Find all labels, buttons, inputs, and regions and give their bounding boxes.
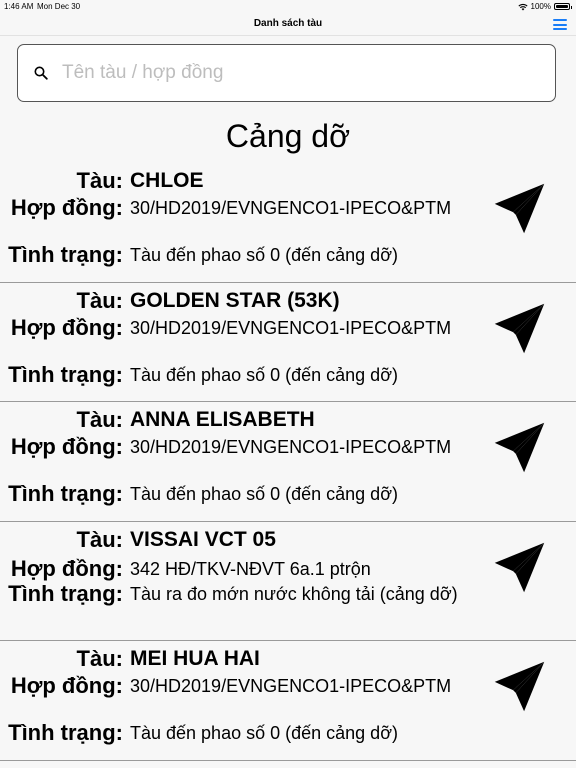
ship-list-item[interactable]: Tàu: VISSAI VCT 05 Hợp đồng: 342 HĐ/TKV-NĐ… [0,522,576,641]
ship-label: Tàu: [76,526,123,552]
search-input[interactable] [62,45,542,101]
send-icon[interactable] [492,659,547,714]
send-icon[interactable] [492,181,547,236]
status-time: 1:46 AM [4,2,34,11]
status-value: Tàu đến phao số 0 (đến cảng dỡ) [130,723,398,743]
send-icon[interactable] [492,301,547,356]
ship-list-item[interactable]: Tàu: ANNA ELISABETH Hợp đồng: 30/HD2019/EV… [0,402,576,522]
status-label: Tình trạng: [8,580,123,606]
contract-value: 342 HĐ/TKV-NĐVT 6a.1 ptrộn [130,558,371,579]
ship-name: GOLDEN STAR (53K) [130,288,340,312]
status-value: Tàu đến phao số 0 (đến cảng dỡ) [130,245,398,265]
battery-percent: 100% [530,2,551,11]
status-value: Tàu đến phao số 0 (đến cảng dỡ) [130,484,398,504]
ship-label: Tàu: [76,168,123,193]
contract-label: Hợp đồng: [10,434,123,459]
contract-value: 30/HD2019/EVNGENCO1-IPECO&PTM [130,676,452,696]
ship-list: Tàu: CHLOE Hợp đồng: 30/HD2019/EVNGENCO1-I… [0,163,576,761]
ship-name: ANNA ELISABETH [130,408,315,431]
contract-label: Hợp đồng: [10,555,123,581]
contract-value: 30/HD2019/EVNGENCO1-IPECO&PTM [130,198,452,218]
ship-label: Tàu: [76,407,123,432]
ship-name: CHLOE [130,169,204,192]
section-title: Cảng dỡ [225,118,351,154]
contract-label: Hợp đồng: [10,673,123,698]
status-value: Tàu đến phao số 0 (đến cảng dỡ) [130,364,398,385]
battery-icon [554,3,572,10]
ship-list-item[interactable]: Tàu: MEI HUA HAI Hợp đồng: 30/HD2019/EVNGE… [0,641,576,761]
ship-list-item[interactable]: Tàu: CHLOE Hợp đồng: 30/HD2019/EVNGENCO1-I… [0,163,576,283]
navigation-bar: Danh sách tàu [0,14,576,36]
contract-label: Hợp đồng: [10,195,123,220]
status-date: Mon Dec 30 [37,2,81,11]
ship-label: Tàu: [76,287,123,313]
status-value: Tàu ra đo mớn nước không tải (cảng dỡ) [130,583,458,604]
send-icon[interactable] [492,540,547,595]
search-bar [17,44,556,102]
status-label: Tình trạng: [8,481,123,506]
ship-name: VISSAI VCT 05 [130,527,276,551]
search-icon [34,66,48,80]
ship-list-item[interactable]: Tàu: GOLDEN STAR (53K) Hợp đồng: 30/HD2019… [0,283,576,402]
page-title: Danh sách tàu [253,18,323,29]
contract-value: 30/HD2019/EVNGENCO1-IPECO&PTM [130,437,452,457]
status-bar: 1:46 AM Mon Dec 30 100% [0,0,576,14]
ship-label: Tàu: [76,646,123,671]
send-icon[interactable] [492,420,547,475]
wifi-icon [517,3,528,10]
hamburger-menu-icon[interactable] [553,19,567,30]
contract-value: 30/HD2019/EVNGENCO1-IPECO&PTM [130,317,452,338]
status-label: Tình trạng: [8,242,123,267]
ship-name: MEI HUA HAI [130,647,260,670]
status-indicators: 100% [517,2,572,11]
status-label: Tình trạng: [8,720,123,745]
status-label: Tình trạng: [8,361,123,387]
contract-label: Hợp đồng: [10,314,123,340]
